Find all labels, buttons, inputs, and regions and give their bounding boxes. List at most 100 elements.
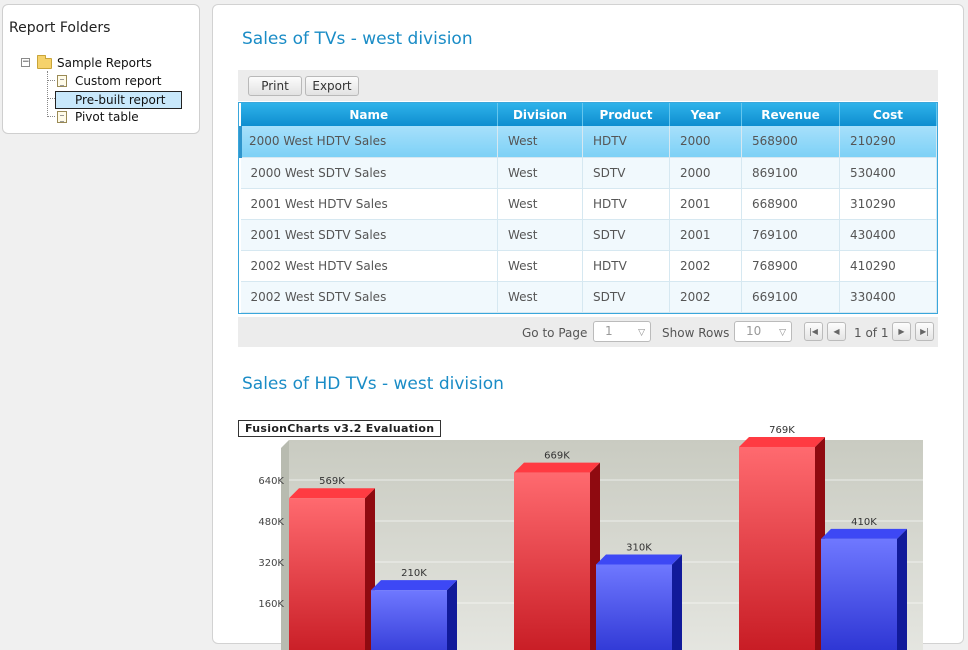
cell-division: West: [497, 250, 583, 282]
bar: [371, 590, 447, 650]
column-header-revenue[interactable]: Revenue: [741, 103, 840, 126]
cell-revenue: 768900: [741, 250, 840, 282]
export-button[interactable]: Export: [305, 76, 359, 96]
cell-year: 2001: [669, 188, 742, 220]
report-folders-panel: Report Folders − Sample Reports Custom r…: [2, 4, 200, 134]
chevron-down-icon: ▽: [779, 328, 786, 338]
cell-division: West: [497, 281, 583, 313]
column-header-division[interactable]: Division: [497, 103, 583, 126]
cell-division: West: [497, 157, 583, 189]
bar: [821, 538, 897, 650]
column-header-cost[interactable]: Cost: [839, 103, 937, 126]
column-header-product[interactable]: Product: [582, 103, 670, 126]
cell-division: West: [497, 188, 583, 220]
bar: [596, 564, 672, 650]
grid-pager: Go to Page 1 ▽ Show Rows 10 ▽ |◀ ◀ 1 of …: [238, 317, 938, 347]
cell-year: 2001: [669, 219, 742, 251]
table-row[interactable]: 2000 West HDTV Sales West HDTV 2000 568900 21…: [239, 126, 937, 158]
bar-top: [596, 554, 682, 565]
tree-connector: [47, 71, 48, 117]
cell-year: 2000: [669, 157, 742, 189]
page-select-value: 1: [605, 324, 613, 338]
table-row[interactable]: 2002 West SDTV Sales West SDTV 2002 669100 33…: [240, 281, 937, 313]
data-label: 210K: [401, 568, 427, 579]
report-content-panel: Sales of TVs - west division Print Expor…: [212, 4, 964, 650]
column-header-year[interactable]: Year: [669, 103, 742, 126]
print-button[interactable]: Print: [248, 76, 302, 96]
collapse-icon[interactable]: −: [21, 58, 30, 67]
tree-item-custom-report[interactable]: Custom report: [55, 73, 195, 89]
column-header-name[interactable]: Name: [240, 103, 498, 126]
next-page-icon[interactable]: ▶: [892, 322, 911, 341]
cell-revenue: 568900: [741, 126, 840, 158]
goto-page-label: Go to Page: [522, 326, 588, 340]
tree-folder-label: Sample Reports: [57, 56, 152, 70]
bar-top: [289, 488, 375, 499]
cell-cost: 430400: [839, 219, 937, 251]
chart-title: Sales of HD TVs - west division: [242, 374, 504, 394]
data-label: 310K: [626, 542, 652, 553]
rows-select[interactable]: 10 ▽: [734, 321, 792, 342]
cell-product: HDTV: [582, 250, 670, 282]
cell-cost: 330400: [839, 281, 937, 313]
data-label: 410K: [851, 517, 877, 528]
cell-product: SDTV: [582, 219, 670, 251]
chart-plot-wall: [281, 440, 289, 650]
cell-name: 2002 West SDTV Sales: [240, 281, 498, 313]
bar-side: [672, 554, 682, 650]
bar-side: [447, 580, 457, 650]
cell-revenue: 869100: [741, 157, 840, 189]
y-tick-label: 320K: [258, 558, 284, 569]
chart-canvas: 160K 320K 480K 640K 569K 210K 669K 310K 769K 410K: [258, 425, 923, 650]
cell-revenue: 669100: [741, 281, 840, 313]
last-page-icon[interactable]: ▶|: [915, 322, 934, 341]
bar-top: [514, 462, 600, 473]
y-tick-label: 640K: [258, 476, 284, 487]
cell-revenue: 668900: [741, 188, 840, 220]
cell-year: 2002: [669, 281, 742, 313]
bar-top: [371, 580, 457, 591]
first-page-icon[interactable]: |◀: [804, 322, 823, 341]
cell-revenue: 769100: [741, 219, 840, 251]
cell-name: 2002 West HDTV Sales: [240, 250, 498, 282]
cell-year: 2002: [669, 250, 742, 282]
show-rows-label: Show Rows: [662, 326, 730, 340]
cell-product: HDTV: [582, 126, 670, 158]
bar-chart: FusionCharts v3.2 Evaluation 160K 320K 480…: [238, 420, 928, 650]
cell-cost: 410290: [839, 250, 937, 282]
bar: [289, 498, 365, 650]
cell-name: 2001 West SDTV Sales: [240, 219, 498, 251]
rows-select-value: 10: [746, 324, 762, 338]
cell-name: 2000 West SDTV Sales: [240, 157, 498, 189]
tree-item-pivot-table[interactable]: Pivot table: [55, 109, 195, 125]
cell-name: 2000 West HDTV Sales: [239, 126, 498, 158]
table-row[interactable]: 2002 West HDTV Sales West HDTV 2002 768900 41…: [240, 250, 937, 282]
folder-icon: [37, 55, 52, 69]
bar-top: [821, 528, 907, 539]
y-tick-label: 160K: [258, 599, 284, 610]
previous-page-icon[interactable]: ◀: [827, 322, 846, 341]
panel-title: Report Folders: [9, 20, 111, 36]
cell-cost: 210290: [839, 126, 937, 158]
tree-item-label: Custom report: [75, 74, 162, 88]
sales-grid: Name Division Product Year Revenue Cost …: [238, 102, 938, 314]
page-info: 1 of 1: [854, 326, 889, 340]
chevron-down-icon: ▽: [638, 328, 645, 338]
grid-toolbar: Print Export: [238, 70, 938, 101]
table-row[interactable]: 2000 West SDTV Sales West SDTV 2000 869100 53…: [240, 157, 937, 189]
report-title: Sales of TVs - west division: [242, 29, 473, 49]
tree-folder-sample-reports[interactable]: − Sample Reports: [21, 55, 191, 71]
tree-item-pre-built-report[interactable]: Pre-built report: [55, 91, 195, 109]
page-select[interactable]: 1 ▽: [593, 321, 651, 342]
cell-product: HDTV: [582, 188, 670, 220]
cell-year: 2000: [669, 126, 742, 158]
cell-name: 2001 West HDTV Sales: [240, 188, 498, 220]
cell-cost: 530400: [839, 157, 937, 189]
table-row[interactable]: 2001 West HDTV Sales West HDTV 2001 668900 31…: [240, 188, 937, 220]
tree-item-label: Pre-built report: [55, 91, 182, 109]
cell-division: West: [497, 126, 583, 158]
cell-product: SDTV: [582, 281, 670, 313]
table-row[interactable]: 2001 West SDTV Sales West SDTV 2001 769100 43…: [240, 219, 937, 251]
chart-watermark: FusionCharts v3.2 Evaluation: [238, 420, 442, 437]
data-label: 569K: [319, 476, 345, 487]
